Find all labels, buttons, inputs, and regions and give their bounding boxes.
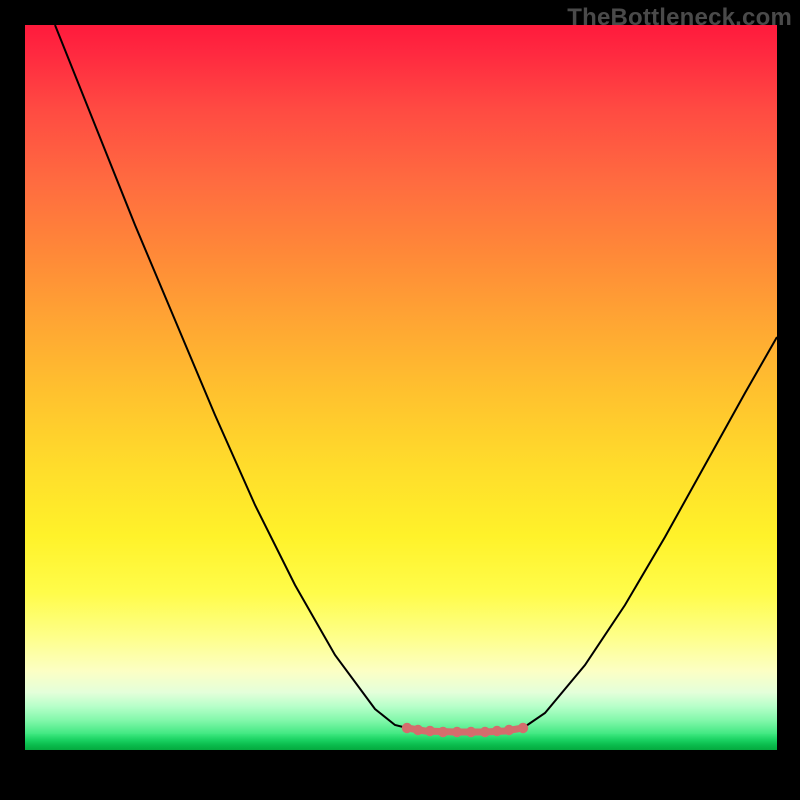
watermark-label: TheBottleneck.com	[567, 4, 792, 32]
plot-area	[25, 25, 777, 785]
optimal-band	[25, 734, 777, 750]
bottleneck-gradient	[25, 25, 777, 735]
